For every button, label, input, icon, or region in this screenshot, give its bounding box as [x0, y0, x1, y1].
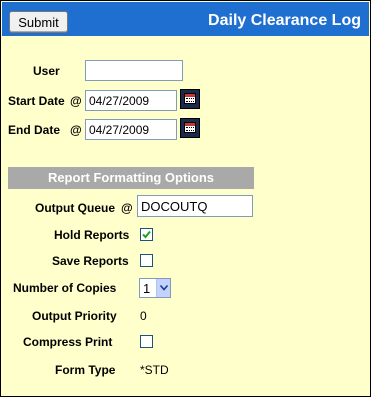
- chevron-down-icon[interactable]: [156, 279, 170, 297]
- submit-button[interactable]: Submit: [9, 11, 68, 33]
- save-reports-checkbox[interactable]: [140, 254, 153, 267]
- copies-select[interactable]: 1: [139, 278, 171, 298]
- user-input[interactable]: [85, 60, 183, 81]
- priority-value: 0: [140, 309, 147, 323]
- compress-label: Compress Print: [23, 335, 113, 349]
- start-date-at: @: [70, 94, 82, 108]
- copies-value: 1: [143, 281, 151, 296]
- start-date-calendar-icon[interactable]: [180, 89, 200, 109]
- end-date-at: @: [70, 123, 82, 137]
- form-type-value: *STD: [140, 363, 169, 377]
- page-title: Daily Clearance Log: [208, 12, 361, 29]
- page-frame: Submit Daily Clearance Log User Start Da…: [0, 0, 371, 397]
- hold-reports-label: Hold Reports: [54, 228, 130, 242]
- output-queue-input[interactable]: [137, 195, 253, 217]
- end-date-input[interactable]: [85, 119, 177, 140]
- start-date-label: Start Date: [8, 94, 65, 108]
- output-queue-label: Output Queue: [35, 201, 115, 215]
- checkmark-icon: [142, 230, 151, 239]
- end-date-calendar-icon[interactable]: [180, 118, 200, 138]
- copies-label: Number of Copies: [13, 281, 117, 295]
- header-bar: Submit Daily Clearance Log: [2, 2, 369, 36]
- start-date-input[interactable]: [85, 90, 177, 111]
- compress-checkbox[interactable]: [140, 335, 153, 348]
- hold-reports-checkbox[interactable]: [140, 228, 153, 241]
- form-type-label: Form Type: [55, 363, 116, 377]
- priority-label: Output Priority: [32, 309, 117, 323]
- report-options-header: Report Formatting Options: [8, 167, 254, 189]
- output-queue-at: @: [121, 201, 133, 215]
- end-date-label: End Date: [8, 123, 61, 137]
- save-reports-label: Save Reports: [52, 254, 129, 268]
- user-label: User: [33, 64, 60, 78]
